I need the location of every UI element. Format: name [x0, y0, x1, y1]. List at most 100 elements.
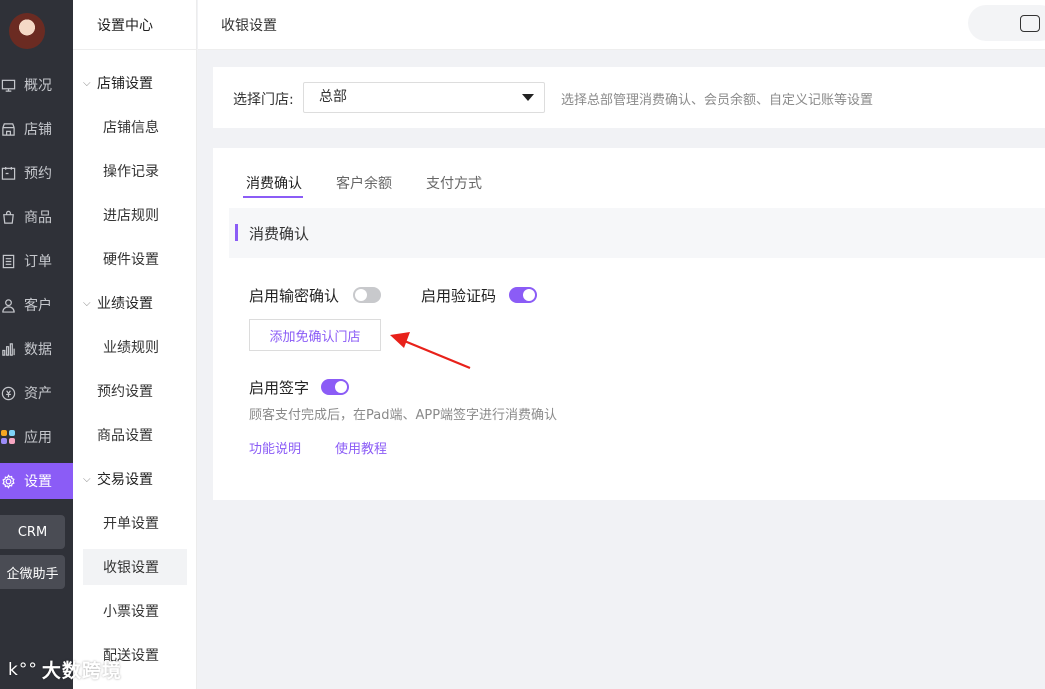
- sidebar-item-entry-rules[interactable]: 进店规则: [83, 197, 187, 233]
- toggle-knob: [355, 289, 367, 301]
- nav-item-label: 店铺: [24, 122, 52, 138]
- gear-icon: [0, 473, 16, 489]
- avatar[interactable]: [9, 13, 45, 49]
- bag-icon: [0, 209, 16, 225]
- sidebar-item-label: 收银设置: [103, 560, 159, 576]
- calendar-icon: [0, 165, 16, 181]
- coin-icon: [0, 385, 16, 401]
- nav-item-products[interactable]: 商品: [0, 199, 73, 235]
- nav-item-assets[interactable]: 资产: [0, 375, 73, 411]
- nav-item-label: 资产: [24, 386, 52, 402]
- sidebar-item-label: 交易设置: [97, 472, 153, 488]
- tab-customer-balance[interactable]: 客户余额: [336, 173, 392, 193]
- sidebar-item-label: 店铺信息: [103, 120, 159, 136]
- sidebar-item-cashier[interactable]: 收银设置: [83, 549, 187, 585]
- sidebar-title: 设置中心: [73, 0, 196, 50]
- sidebar-group-store-settings[interactable]: ⌵ 店铺设置: [83, 65, 187, 101]
- settings-card: 消费确认 客户余额 支付方式 消费确认 启用输密确认 启用验证码 添加免确认门店…: [213, 148, 1045, 500]
- signature-description: 顾客支付完成后，在Pad端、APP端签字进行消费确认: [249, 408, 558, 423]
- nav-item-apps[interactable]: 应用: [0, 419, 73, 455]
- sidebar-item-operation-log[interactable]: 操作记录: [83, 153, 187, 189]
- user-icon: [0, 297, 16, 313]
- nav-item-booking[interactable]: 预约: [0, 155, 73, 191]
- sidebar-item-hardware[interactable]: 硬件设置: [83, 241, 187, 277]
- nav-item-customers[interactable]: 客户: [0, 287, 73, 323]
- toggle-knob: [523, 289, 535, 301]
- section-accent-bar: [235, 224, 238, 241]
- sidebar-item-performance-rules[interactable]: 业绩规则: [83, 329, 187, 365]
- assistant-button[interactable]: [968, 5, 1045, 41]
- chat-face-icon: [1020, 15, 1040, 32]
- sidebar-item-label: 小票设置: [103, 604, 159, 620]
- chevron-down-icon: ⌵: [83, 473, 91, 485]
- bar-chart-icon: [0, 341, 16, 357]
- store-select[interactable]: 总部: [303, 82, 545, 113]
- sidebar-item-label: 业绩设置: [97, 296, 153, 312]
- tab-consumption-confirm[interactable]: 消费确认: [246, 173, 302, 193]
- store-select-card: 选择门店: 总部 选择总部管理消费确认、会员余额、自定义记账等设置: [213, 67, 1045, 128]
- store-select-value: 总部: [319, 89, 347, 105]
- active-tab-indicator: [243, 196, 303, 198]
- list-icon: [0, 253, 16, 269]
- caret-down-icon: [522, 94, 534, 101]
- sidebar-item-receipt[interactable]: 小票设置: [83, 593, 187, 629]
- settings-sidebar: 设置中心 ⌵ 店铺设置 店铺信息 操作记录 进店规则 硬件设置 ⌵ 业绩设置 业…: [73, 0, 197, 689]
- sidebar-item-store-info[interactable]: 店铺信息: [83, 109, 187, 145]
- nav-item-settings[interactable]: 设置: [0, 463, 73, 499]
- store-select-hint: 选择总部管理消费确认、会员余额、自定义记账等设置: [561, 93, 874, 108]
- chevron-down-icon: ⌵: [83, 77, 91, 89]
- sidebar-item-label: 商品设置: [97, 428, 153, 444]
- nav-item-label: 客户: [24, 298, 52, 314]
- apps-icon: [0, 429, 16, 445]
- nav-item-label: 设置: [24, 474, 52, 490]
- sidebar-group-performance[interactable]: ⌵ 业绩设置: [83, 285, 187, 321]
- password-confirm-toggle[interactable]: [353, 287, 381, 303]
- red-arrow-annotation: [390, 332, 471, 370]
- main-nav: 概况 店铺 预约 商品 订单 客户 数据 资产 应用 设置 CRM 企微助手: [0, 0, 73, 689]
- nav-item-overview[interactable]: 概况: [0, 67, 73, 103]
- sidebar-item-label: 业绩规则: [103, 340, 159, 356]
- section-header: 消费确认: [229, 208, 1045, 258]
- nav-item-label: 概况: [24, 78, 52, 94]
- nav-item-label: 数据: [24, 342, 52, 358]
- page-title: 收银设置: [221, 18, 277, 34]
- crm-button[interactable]: CRM: [0, 515, 65, 549]
- nav-item-store[interactable]: 店铺: [0, 111, 73, 147]
- chevron-down-icon: ⌵: [83, 297, 91, 309]
- sidebar-item-label: 店铺设置: [97, 76, 153, 92]
- sidebar-item-billing[interactable]: 开单设置: [83, 505, 187, 541]
- feature-description-link[interactable]: 功能说明: [249, 438, 301, 457]
- sidebar-item-label: 进店规则: [103, 208, 159, 224]
- top-bar: 收银设置: [198, 0, 1045, 50]
- nav-item-label: 应用: [24, 430, 52, 446]
- sidebar-item-booking-settings[interactable]: 预约设置: [83, 373, 187, 409]
- toggle-knob: [335, 381, 347, 393]
- tab-payment-methods[interactable]: 支付方式: [426, 173, 482, 193]
- signature-label: 启用签字: [249, 379, 310, 397]
- watermark-text: 大数跨境: [41, 660, 122, 682]
- verify-code-toggle[interactable]: [509, 287, 537, 303]
- nav-item-label: 商品: [24, 210, 52, 226]
- store-icon: [0, 121, 16, 137]
- nav-item-data[interactable]: 数据: [0, 331, 73, 367]
- nav-item-label: 预约: [24, 166, 52, 182]
- sidebar-item-product-settings[interactable]: 商品设置: [83, 417, 187, 453]
- sidebar-item-label: 预约设置: [97, 384, 153, 400]
- watermark-logo-mark: k°°: [8, 659, 38, 680]
- wecom-assistant-button[interactable]: 企微助手: [0, 555, 65, 589]
- store-select-label: 选择门店:: [233, 92, 294, 108]
- section-title: 消费确认: [249, 225, 310, 243]
- sidebar-item-label: 操作记录: [103, 164, 159, 180]
- sidebar-item-label: 开单设置: [103, 516, 159, 532]
- watermark-logo: k°° 大数跨境: [8, 656, 122, 683]
- sidebar-item-label: 硬件设置: [103, 252, 159, 268]
- nav-item-orders[interactable]: 订单: [0, 243, 73, 279]
- add-exempt-store-button[interactable]: 添加免确认门店: [249, 319, 381, 351]
- signature-toggle[interactable]: [321, 379, 349, 395]
- sidebar-group-trade-settings[interactable]: ⌵ 交易设置: [83, 461, 187, 497]
- password-confirm-label: 启用输密确认: [249, 287, 340, 305]
- verify-code-label: 启用验证码: [421, 287, 497, 305]
- tutorial-link[interactable]: 使用教程: [335, 438, 387, 457]
- nav-item-label: 订单: [24, 254, 52, 270]
- monitor-icon: [0, 77, 16, 93]
